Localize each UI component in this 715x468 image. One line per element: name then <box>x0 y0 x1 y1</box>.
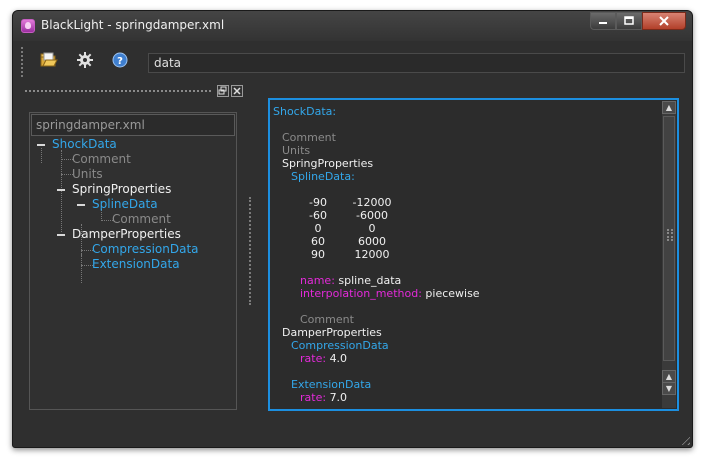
editor-spring: SpringProperties <box>282 157 374 170</box>
settings-button[interactable] <box>74 49 96 71</box>
editor-rate-line: rate: 7.0 <box>300 391 347 404</box>
splitter-handle[interactable] <box>249 197 251 305</box>
tree-node-spline-comment[interactable]: Comment <box>112 212 171 226</box>
table-cell: 90 <box>311 248 325 261</box>
editor-root: ShockData: <box>273 105 337 118</box>
dock-close-button[interactable] <box>231 85 243 97</box>
attr-key: rate: <box>300 391 327 404</box>
collapse-icon[interactable] <box>57 231 65 239</box>
maximize-button[interactable] <box>616 12 642 30</box>
attr-value: piecewise <box>425 287 480 300</box>
tree-node-damperproperties[interactable]: DamperProperties <box>72 227 181 241</box>
minimize-icon <box>599 22 607 24</box>
tree-node-comment[interactable]: Comment <box>72 152 131 166</box>
tree-node-units[interactable]: Units <box>72 167 103 181</box>
editor-comment: Comment <box>282 131 336 144</box>
editor-name-line: name: spline_data <box>300 274 401 287</box>
collapse-icon[interactable] <box>77 201 85 209</box>
editor-spline: SplineData: <box>291 170 355 183</box>
app-icon <box>21 19 35 33</box>
table-cell: 0 <box>314 222 322 235</box>
svg-text:?: ? <box>117 56 123 67</box>
dock-float-button[interactable] <box>217 85 229 97</box>
editor-rate-line: rate: 4.0 <box>300 352 347 365</box>
help-icon: ? <box>112 52 128 68</box>
toolbar: ? data <box>21 45 685 79</box>
gear-icon <box>77 52 93 68</box>
help-button[interactable]: ? <box>109 49 131 71</box>
tree-node-splinedata[interactable]: SplineData <box>92 197 158 211</box>
editor-compression: CompressionData <box>291 339 389 352</box>
vertical-scrollbar[interactable]: ▲ ▲ ▼ <box>662 101 676 408</box>
tree-node-compressiondata[interactable]: CompressionData <box>92 242 199 256</box>
dock-title-bar[interactable] <box>25 85 247 97</box>
close-icon <box>233 87 241 95</box>
main-window: BlackLight - springdamper.xml ? data spr… <box>12 10 693 448</box>
open-button[interactable] <box>38 49 60 71</box>
window-controls <box>590 12 686 30</box>
scroll-thumb[interactable] <box>663 116 675 361</box>
table-cell: -60 <box>309 209 327 222</box>
collapse-icon[interactable] <box>57 186 65 194</box>
attr-value: 4.0 <box>329 352 348 365</box>
maximize-icon <box>624 16 634 25</box>
editor-damper: DamperProperties <box>282 326 382 339</box>
text-editor[interactable]: ShockData: Comment Units SpringPropertie… <box>268 98 679 411</box>
tree-node-extensiondata[interactable]: ExtensionData <box>92 257 180 271</box>
close-button[interactable] <box>642 12 686 30</box>
tree-panel: springdamper.xml ShockData Comment Units… <box>29 112 237 410</box>
toolbar-grip[interactable] <box>21 47 23 77</box>
table-cell: 6000 <box>358 235 386 248</box>
editor-comment-2: Comment <box>300 313 354 326</box>
editor-extension: ExtensionData <box>291 378 372 391</box>
tree-node-shockdata[interactable]: ShockData <box>52 137 117 151</box>
tree-node-springproperties[interactable]: SpringProperties <box>72 182 171 196</box>
attr-value: spline_data <box>338 274 402 287</box>
table-cell: -12000 <box>352 196 392 209</box>
close-icon <box>659 16 669 26</box>
table-cell: 0 <box>368 222 376 235</box>
attr-key: interpolation_method: <box>300 287 422 300</box>
dock-grip[interactable] <box>25 90 211 92</box>
table-cell: -90 <box>309 196 327 209</box>
table-cell: 12000 <box>354 248 390 261</box>
editor-units: Units <box>282 144 311 157</box>
minimize-button[interactable] <box>590 12 616 30</box>
editor-interp-line: interpolation_method: piecewise <box>300 287 480 300</box>
scroll-down-button[interactable]: ▼ <box>662 382 676 395</box>
scroll-up-button[interactable]: ▲ <box>662 101 676 114</box>
collapse-icon[interactable] <box>37 141 45 149</box>
open-folder-icon <box>40 52 58 67</box>
table-cell: 60 <box>311 235 325 248</box>
tree-header: springdamper.xml <box>31 114 235 136</box>
attr-key: name: <box>300 274 335 287</box>
float-icon <box>218 86 227 95</box>
title-bar[interactable]: BlackLight - springdamper.xml <box>13 11 692 41</box>
attr-value: 7.0 <box>329 391 348 404</box>
window-title: BlackLight - springdamper.xml <box>41 18 225 32</box>
attr-key: rate: <box>300 352 327 365</box>
resize-grip[interactable] <box>678 433 690 445</box>
search-input[interactable]: data <box>148 53 685 73</box>
table-cell: -6000 <box>356 209 388 222</box>
